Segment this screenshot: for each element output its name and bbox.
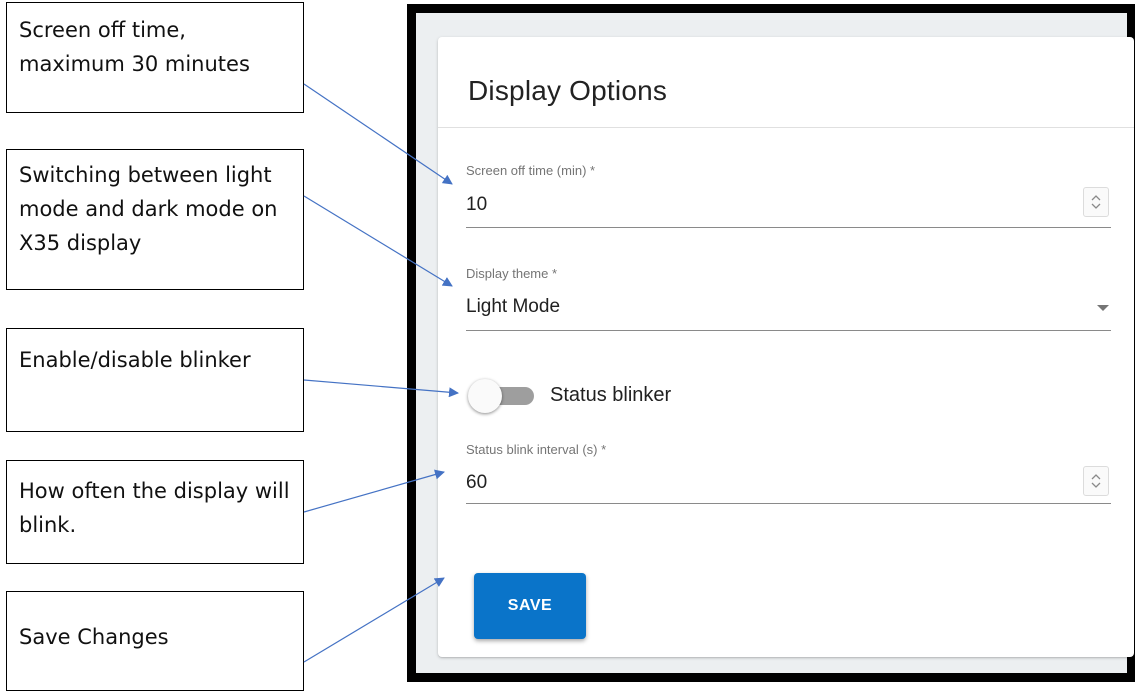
- arrow-interval: [303, 469, 445, 513]
- arrow-theme: [303, 195, 453, 287]
- arrow-blinker: [303, 379, 459, 398]
- arrow-screen-off: [303, 83, 453, 185]
- callout-arrows: [303, 83, 459, 663]
- arrow-save: [303, 577, 445, 663]
